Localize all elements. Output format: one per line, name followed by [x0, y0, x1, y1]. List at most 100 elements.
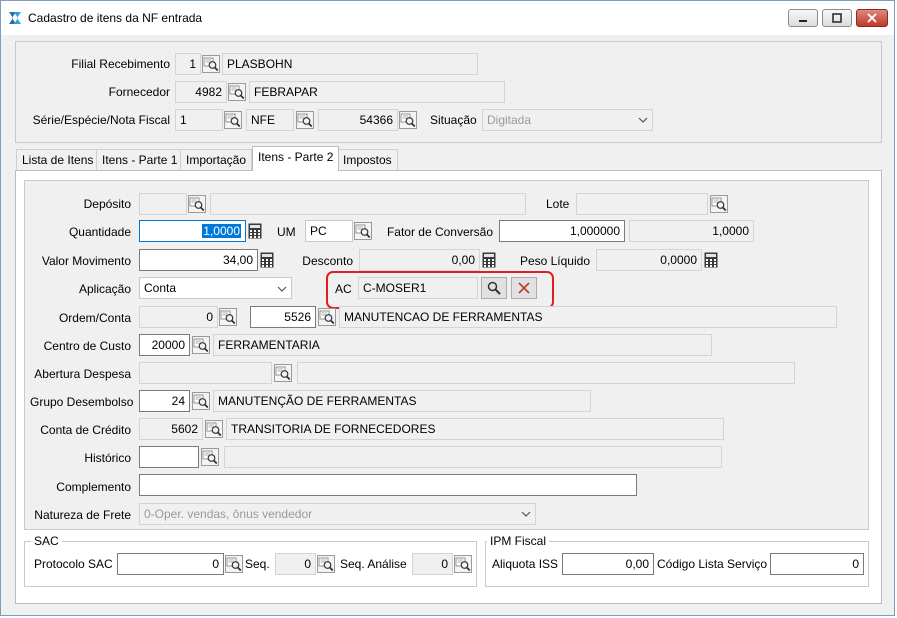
centro-custo-name-field: FERRAMENTARIA — [213, 334, 712, 356]
situacao-select[interactable]: Digitada — [482, 109, 653, 131]
um-label: UM — [277, 225, 296, 239]
conta-credito-field[interactable]: 5602 — [139, 418, 203, 440]
lote-lookup-icon[interactable] — [710, 195, 728, 213]
chevron-down-icon — [277, 286, 287, 292]
grupo-desembolso-input[interactable]: 24 — [139, 390, 190, 412]
um-field[interactable]: PC — [305, 220, 353, 242]
aplicacao-select[interactable]: Conta — [139, 277, 292, 299]
complemento-input[interactable] — [139, 474, 637, 496]
codigo-lista-servico-label: Código Lista Serviço — [657, 557, 768, 571]
fornecedor-code-field[interactable]: 4982 — [175, 81, 227, 103]
fator-input[interactable]: 1,000000 — [499, 220, 625, 242]
peso-calculator-icon[interactable] — [704, 252, 718, 268]
um-lookup-icon[interactable] — [354, 222, 372, 240]
sac-group-label: SAC — [31, 534, 62, 548]
conta-name-field: MANUTENCAO DE FERRAMENTAS — [339, 306, 837, 328]
valor-movimento-input[interactable]: 34,00 — [139, 249, 258, 271]
especie-field[interactable]: NFE — [246, 109, 294, 131]
protocolo-sac-input[interactable]: 0 — [117, 553, 224, 575]
tab-itens-parte-1[interactable]: Itens - Parte 1 — [96, 149, 184, 170]
filial-code-field[interactable]: 1 — [175, 53, 201, 75]
nota-field[interactable]: 54366 — [318, 109, 398, 131]
nota-lookup-icon[interactable] — [399, 111, 417, 129]
chevron-down-icon — [638, 117, 648, 123]
centro-custo-label: Centro de Custo — [43, 339, 131, 353]
chevron-down-icon — [521, 511, 531, 517]
abertura-despesa-label: Abertura Despesa — [34, 367, 131, 381]
ordem-field[interactable]: 0 — [139, 306, 218, 328]
fator-result-field: 1,0000 — [629, 220, 754, 242]
quantidade-calculator-icon[interactable] — [248, 223, 262, 239]
aplicacao-label: Aplicação — [78, 282, 131, 296]
historico-input[interactable] — [139, 446, 199, 468]
tab-importacao[interactable]: Importação — [180, 149, 253, 170]
lote-field[interactable] — [576, 193, 708, 215]
minimize-button[interactable] — [788, 9, 818, 27]
ipm-fiscal-group-label: IPM Fiscal — [487, 534, 550, 548]
credito-lookup-icon[interactable] — [205, 420, 223, 438]
window-title: Cadastro de itens da NF entrada — [28, 11, 203, 25]
filial-lookup-icon[interactable] — [202, 55, 220, 73]
ordem-conta-label: Ordem/Conta — [58, 311, 131, 325]
peso-liquido-label: Peso Líquido — [519, 254, 590, 268]
desconto-calculator-icon[interactable] — [482, 252, 496, 268]
serie-label: Série/Espécie/Nota Fiscal — [32, 113, 170, 127]
seq-lookup-icon[interactable] — [317, 555, 335, 573]
close-icon — [867, 13, 877, 23]
ac-field[interactable]: C-MOSER1 — [358, 277, 478, 299]
codigo-lista-servico-input[interactable]: 0 — [770, 553, 864, 575]
close-button[interactable] — [856, 9, 888, 27]
app-logo-icon — [8, 11, 22, 25]
lote-label: Lote — [546, 197, 570, 211]
conta-lookup-icon[interactable] — [318, 308, 336, 326]
seq-analise-lookup-icon[interactable] — [454, 555, 472, 573]
seq-field[interactable]: 0 — [275, 553, 316, 575]
clear-x-icon — [518, 282, 530, 294]
protocolo-lookup-icon[interactable] — [225, 555, 243, 573]
ac-search-button[interactable] — [481, 277, 507, 299]
quantidade-input[interactable]: 1,0000 — [139, 220, 246, 242]
centro-custo-input[interactable]: 20000 — [139, 334, 190, 356]
situacao-label: Situação — [430, 113, 477, 127]
deposito-lookup-icon[interactable] — [188, 195, 206, 213]
abertura-lookup-icon[interactable] — [274, 364, 292, 382]
conta-credito-label: Conta de Crédito — [40, 423, 131, 437]
aliquota-iss-input[interactable]: 0,00 — [562, 553, 654, 575]
protocolo-sac-label: Protocolo SAC — [34, 557, 113, 571]
seq-analise-label: Seq. Análise — [340, 557, 407, 571]
grupo-name-field: MANUTENÇÃO DE FERRAMENTAS — [213, 390, 591, 412]
seq-analise-field[interactable]: 0 — [412, 553, 453, 575]
historico-lookup-icon[interactable] — [201, 448, 219, 466]
quantidade-label: Quantidade — [68, 225, 131, 239]
desconto-field[interactable]: 0,00 — [359, 249, 480, 271]
serie-field[interactable]: 1 — [175, 109, 223, 131]
natureza-frete-label: Natureza de Frete — [34, 508, 131, 522]
maximize-icon — [832, 13, 842, 23]
natureza-frete-select[interactable]: 0-Oper. vendas, ônus vendedor — [139, 503, 536, 525]
deposito-code-field[interactable] — [139, 193, 187, 215]
filial-label: Filial Recebimento — [71, 57, 170, 71]
historico-label: Histórico — [84, 451, 131, 465]
peso-liquido-field[interactable]: 0,0000 — [596, 249, 702, 271]
fornecedor-lookup-icon[interactable] — [228, 83, 246, 101]
centro-custo-lookup-icon[interactable] — [192, 336, 210, 354]
tab-itens-parte-2[interactable]: Itens - Parte 2 — [252, 146, 340, 171]
conta-code-input[interactable]: 5526 — [250, 306, 316, 328]
ac-clear-button[interactable] — [511, 277, 537, 299]
valor-calculator-icon[interactable] — [260, 252, 274, 268]
seq-label: Seq. — [245, 557, 270, 571]
desconto-label: Desconto — [302, 254, 353, 268]
fornecedor-name-field: FEBRAPAR — [249, 81, 505, 103]
abertura-name-field — [297, 362, 795, 384]
grupo-desembolso-label: Grupo Desembolso — [30, 395, 134, 409]
tab-lista-de-itens[interactable]: Lista de Itens — [16, 149, 100, 170]
especie-lookup-icon[interactable] — [296, 111, 314, 129]
grupo-lookup-icon[interactable] — [192, 392, 210, 410]
tab-impostos[interactable]: Impostos — [337, 149, 398, 170]
serie-lookup-icon[interactable] — [224, 111, 242, 129]
ordem-lookup-icon[interactable] — [219, 308, 237, 326]
maximize-button[interactable] — [822, 9, 852, 27]
filial-name-field: PLASBOHN — [222, 53, 478, 75]
abertura-despesa-field[interactable] — [139, 362, 272, 384]
fornecedor-label: Fornecedor — [108, 85, 170, 99]
